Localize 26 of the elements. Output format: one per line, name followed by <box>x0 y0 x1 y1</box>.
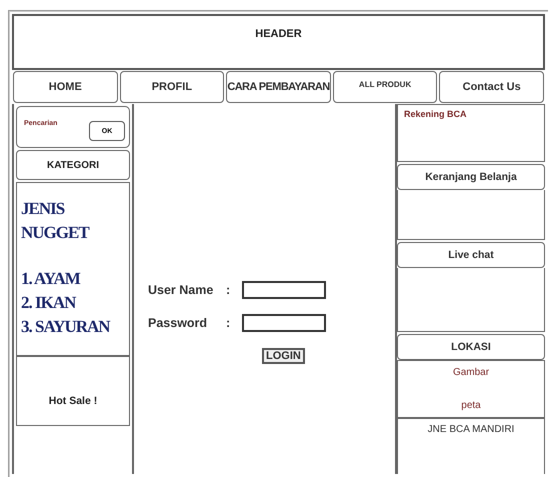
map-text: peta <box>461 400 481 411</box>
category-heading: KATEGORI <box>16 150 130 180</box>
nav-tab[interactable]: HOME <box>13 71 118 103</box>
field-label: User Name <box>148 283 214 297</box>
category-title: JENIS NUGGET <box>21 198 90 244</box>
chat-heading: Live chat <box>397 242 545 268</box>
nav-tab[interactable]: Contact Us <box>439 71 544 103</box>
field-label: Password <box>148 316 208 330</box>
bank-panel: Rekening BCA <box>397 104 545 162</box>
category-item[interactable]: 2. IKAN <box>21 291 125 315</box>
password-field[interactable] <box>242 314 326 332</box>
category-item[interactable]: 3. SAYURAN <box>21 315 125 339</box>
header-title: HEADER <box>255 28 302 40</box>
nav-tab[interactable]: CARA PEMBAYARAN <box>226 71 331 103</box>
shipping-panel: JNE BCA MANDIRI <box>397 418 545 474</box>
username-field[interactable] <box>242 281 326 299</box>
login-button[interactable]: LOGIN <box>262 348 305 364</box>
location-heading: LOKASI <box>397 334 545 360</box>
map-text: Gambar <box>452 367 490 378</box>
colon: : <box>226 316 232 330</box>
colon: : <box>226 283 232 297</box>
promo-text: Hot Sale ! <box>48 395 98 407</box>
cart-heading: Keranjang Belanja <box>397 164 545 190</box>
category-item[interactable]: 1. AYAM <box>21 267 125 291</box>
nav-tab[interactable]: ALL PRODUK <box>332 71 438 103</box>
nav-tab[interactable]: PROFIL <box>120 71 224 103</box>
